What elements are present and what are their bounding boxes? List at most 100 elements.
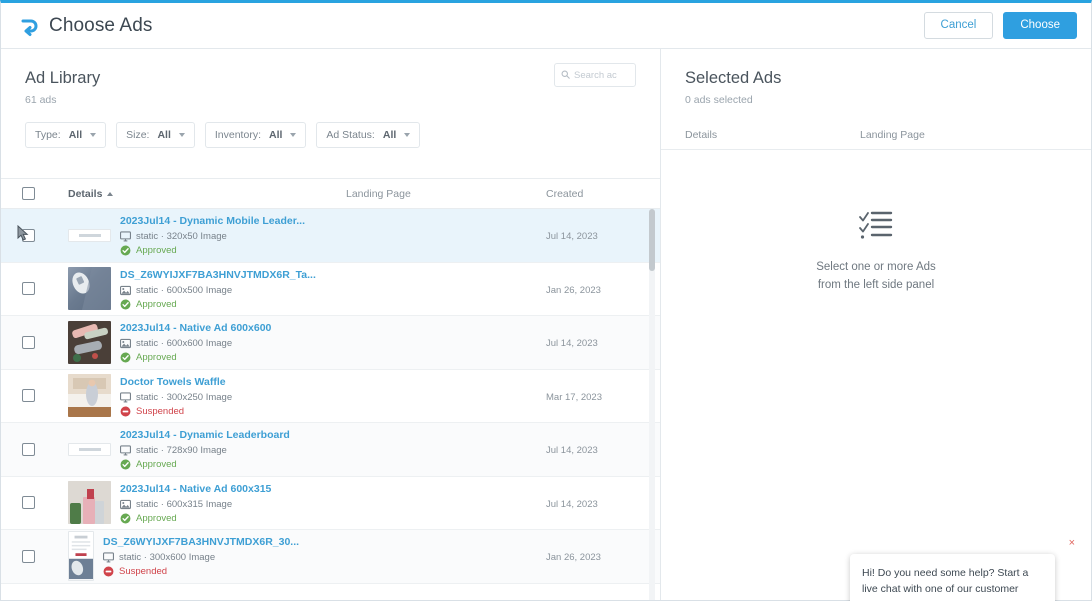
ad-name-link[interactable]: 2023Jul14 - Dynamic Leaderboard (120, 428, 290, 442)
empty-state-text: Select one or more Ads from the left sid… (816, 258, 936, 295)
row-meta: DS_Z6WYIJXF7BA3HNVJTMDX6R_Ta...static · … (120, 268, 316, 310)
column-header-details-label: Details (68, 187, 103, 200)
table-row[interactable]: 2023Jul14 - Native Ad 600x600 static · 60… (1, 316, 660, 370)
selected-table-header: Details Landing Page (661, 106, 1091, 150)
brand-arrow-icon (19, 15, 41, 37)
status-badge: Approved (120, 299, 316, 310)
ad-format-info: static · 300x600 Image (103, 552, 299, 563)
filter-size-value: All (157, 129, 171, 141)
row-meta: 2023Jul14 - Native Ad 600x600 static · 60… (120, 321, 271, 363)
choose-button[interactable]: Choose (1003, 11, 1077, 40)
row-checkbox-cell (1, 496, 56, 510)
status-badge: Approved (120, 245, 305, 256)
status-label: Approved (136, 298, 177, 310)
row-checkbox[interactable] (22, 282, 35, 296)
table-scrollbar[interactable] (649, 209, 655, 600)
mouse-cursor (17, 224, 33, 248)
column-header-created[interactable]: Created (546, 188, 646, 200)
created-date: Mar 17, 2023 (546, 391, 602, 403)
filter-type-label: Type: (35, 129, 61, 141)
created-date: Jul 14, 2023 (546, 338, 598, 350)
row-meta: Doctor Towels Waffle static · 300x250 Ima… (120, 375, 232, 417)
ad-name-link[interactable]: DS_Z6WYIJXF7BA3HNVJTMDX6R_Ta... (120, 268, 316, 282)
row-checkbox-cell (1, 549, 56, 563)
sort-ascending-icon (107, 191, 114, 196)
brand: Choose Ads (1, 15, 152, 37)
row-checkbox-cell (1, 389, 56, 403)
search-box[interactable] (554, 63, 636, 87)
selected-ads-pane: Selected Ads 0 ads selected Details Land… (661, 49, 1091, 601)
search-icon (561, 66, 570, 84)
ad-format-text: static · 300x600 Image (119, 552, 216, 564)
row-details-cell: DS_Z6WYIJXF7BA3HNVJTMDX6R_Ta...static · … (56, 267, 346, 311)
ad-format-info: static · 300x250 Image (120, 392, 232, 403)
status-label: Approved (136, 512, 177, 524)
ad-format-info: static · 600x315 Image (120, 499, 271, 510)
table-row[interactable]: DS_Z6WYIJXF7BA3HNVJTMDX6R_Ta...static · … (1, 262, 660, 316)
row-details-cell: 2023Jul14 - Native Ad 600x600 static · 60… (56, 320, 346, 364)
ad-thumbnail (68, 442, 111, 456)
select-all-checkbox[interactable] (22, 187, 35, 200)
selected-ads-count: 0 ads selected (685, 94, 753, 106)
filter-inventory-value: All (268, 129, 283, 141)
row-details-cell: 2023Jul14 - Dynamic Leaderboard static · … (56, 428, 346, 470)
ad-format-info: static · 728x90 Image (120, 445, 290, 456)
ad-thumbnail (68, 320, 111, 364)
ad-format-text: static · 600x600 Image (136, 338, 233, 350)
created-date: Jan 26, 2023 (546, 552, 601, 564)
ad-thumbnail (68, 228, 111, 242)
ad-format-text: static · 320x50 Image (136, 231, 227, 243)
selected-column-details: Details (685, 129, 718, 141)
row-checkbox[interactable] (22, 442, 35, 456)
ad-format-text: static · 600x500 Image (136, 284, 233, 296)
status-label: Suspended (119, 566, 168, 578)
filter-size-label: Size: (126, 129, 150, 141)
row-checkbox[interactable] (22, 496, 35, 510)
ad-name-link[interactable]: 2023Jul14 - Native Ad 600x315 (120, 482, 271, 496)
ad-format-text: static · 728x90 Image (136, 445, 227, 457)
filter-bar: Type: All Size: All Inventory: All Ad St… (1, 106, 660, 162)
table-row[interactable]: 2023Jul14 - Dynamic Leaderboard static · … (1, 423, 660, 477)
checklist-icon (859, 209, 893, 244)
table-header-row: Details Landing Page Created (1, 178, 660, 209)
ad-format-info: static · 320x50 Image (120, 231, 305, 242)
row-checkbox[interactable] (22, 389, 35, 403)
ad-name-link[interactable]: 2023Jul14 - Dynamic Mobile Leader... (120, 214, 305, 228)
filter-ad-status[interactable]: Ad Status: All (316, 122, 421, 148)
row-checkbox[interactable] (22, 549, 35, 563)
ad-thumbnail (68, 481, 111, 525)
table-row[interactable]: 2023Jul14 - Native Ad 600x315 static · 60… (1, 476, 660, 530)
ad-thumbnail (68, 531, 94, 582)
row-checkbox-cell (1, 335, 56, 349)
status-label: Suspended (136, 405, 185, 417)
row-checkbox[interactable] (22, 335, 35, 349)
ad-name-link[interactable]: Doctor Towels Waffle (120, 375, 232, 389)
filter-type[interactable]: Type: All (25, 122, 107, 148)
status-badge: Approved (120, 352, 271, 363)
ad-format-text: static · 600x315 Image (136, 498, 233, 510)
table-row[interactable]: 2023Jul14 - Dynamic Mobile Leader... stat… (1, 209, 660, 263)
table-row[interactable]: DS_Z6WYIJXF7BA3HNVJTMDX6R_30...static · … (1, 530, 660, 584)
scrollbar-thumb[interactable] (649, 209, 655, 271)
ad-count-label: 61 ads (25, 94, 57, 106)
cancel-button[interactable]: Cancel (923, 11, 994, 40)
row-checkbox-cell (1, 442, 56, 456)
created-date: Jul 14, 2023 (546, 231, 598, 243)
filter-inventory[interactable]: Inventory: All (204, 122, 307, 148)
filter-size[interactable]: Size: All (116, 122, 195, 148)
search-input[interactable] (574, 69, 629, 81)
status-label: Approved (136, 459, 177, 471)
ad-name-link[interactable]: 2023Jul14 - Native Ad 600x600 (120, 321, 271, 335)
created-date: Jan 26, 2023 (546, 284, 601, 296)
column-header-landing-page[interactable]: Landing Page (346, 188, 546, 200)
table-row[interactable]: Doctor Towels Waffle static · 300x250 Ima… (1, 369, 660, 423)
filter-type-value: All (68, 129, 83, 141)
column-header-details[interactable]: Details (56, 188, 346, 200)
ad-format-info: static · 600x600 Image (120, 338, 271, 349)
created-date: Jul 14, 2023 (546, 445, 598, 457)
ad-library-pane: Ad Library 61 ads Type: All (1, 49, 660, 600)
chat-message-bubble[interactable]: Hi! Do you need some help? Start a live … (850, 554, 1055, 601)
status-badge: Suspended (120, 406, 232, 417)
chat-close-icon[interactable]: × (1069, 538, 1075, 549)
ad-name-link[interactable]: DS_Z6WYIJXF7BA3HNVJTMDX6R_30... (103, 535, 299, 549)
